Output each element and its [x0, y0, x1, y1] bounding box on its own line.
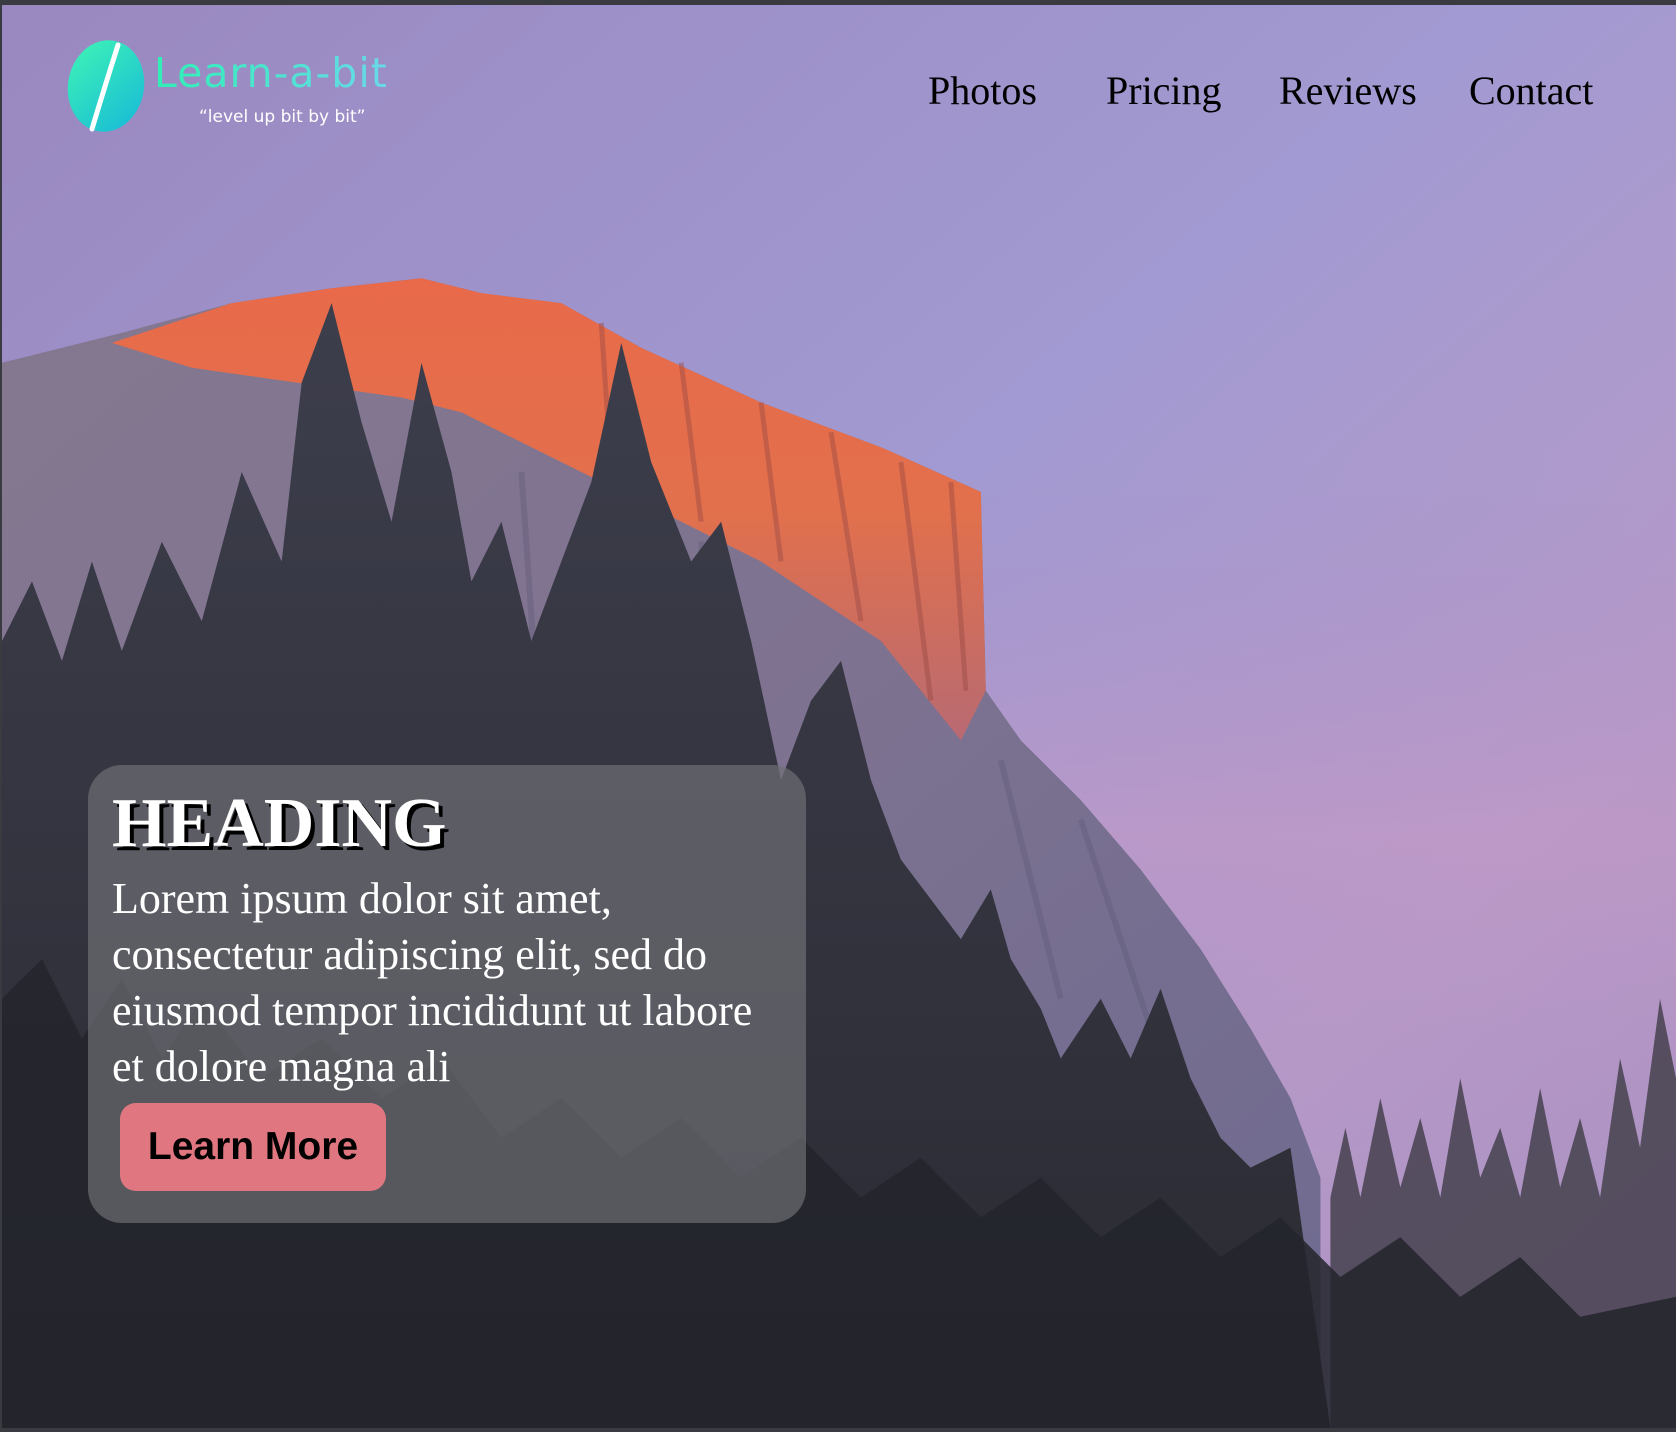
hero-body-text: Lorem ipsum dolor sit amet, consectetur …	[112, 874, 753, 1091]
page: Learn-a-bit “level up bit by bit” Photos…	[0, 0, 1676, 1432]
nav-item-reviews[interactable]: Reviews	[1279, 67, 1417, 114]
hero-card: HEADING Lorem ipsum dolor sit amet, cons…	[88, 765, 806, 1223]
main-nav: Photos Pricing Reviews Contact	[2, 67, 1676, 117]
hero-heading: HEADING	[112, 785, 447, 862]
nav-item-contact[interactable]: Contact	[1469, 67, 1593, 114]
nav-item-photos[interactable]: Photos	[928, 67, 1037, 114]
learn-more-button[interactable]: Learn More	[120, 1103, 386, 1191]
nav-item-pricing[interactable]: Pricing	[1106, 67, 1222, 114]
